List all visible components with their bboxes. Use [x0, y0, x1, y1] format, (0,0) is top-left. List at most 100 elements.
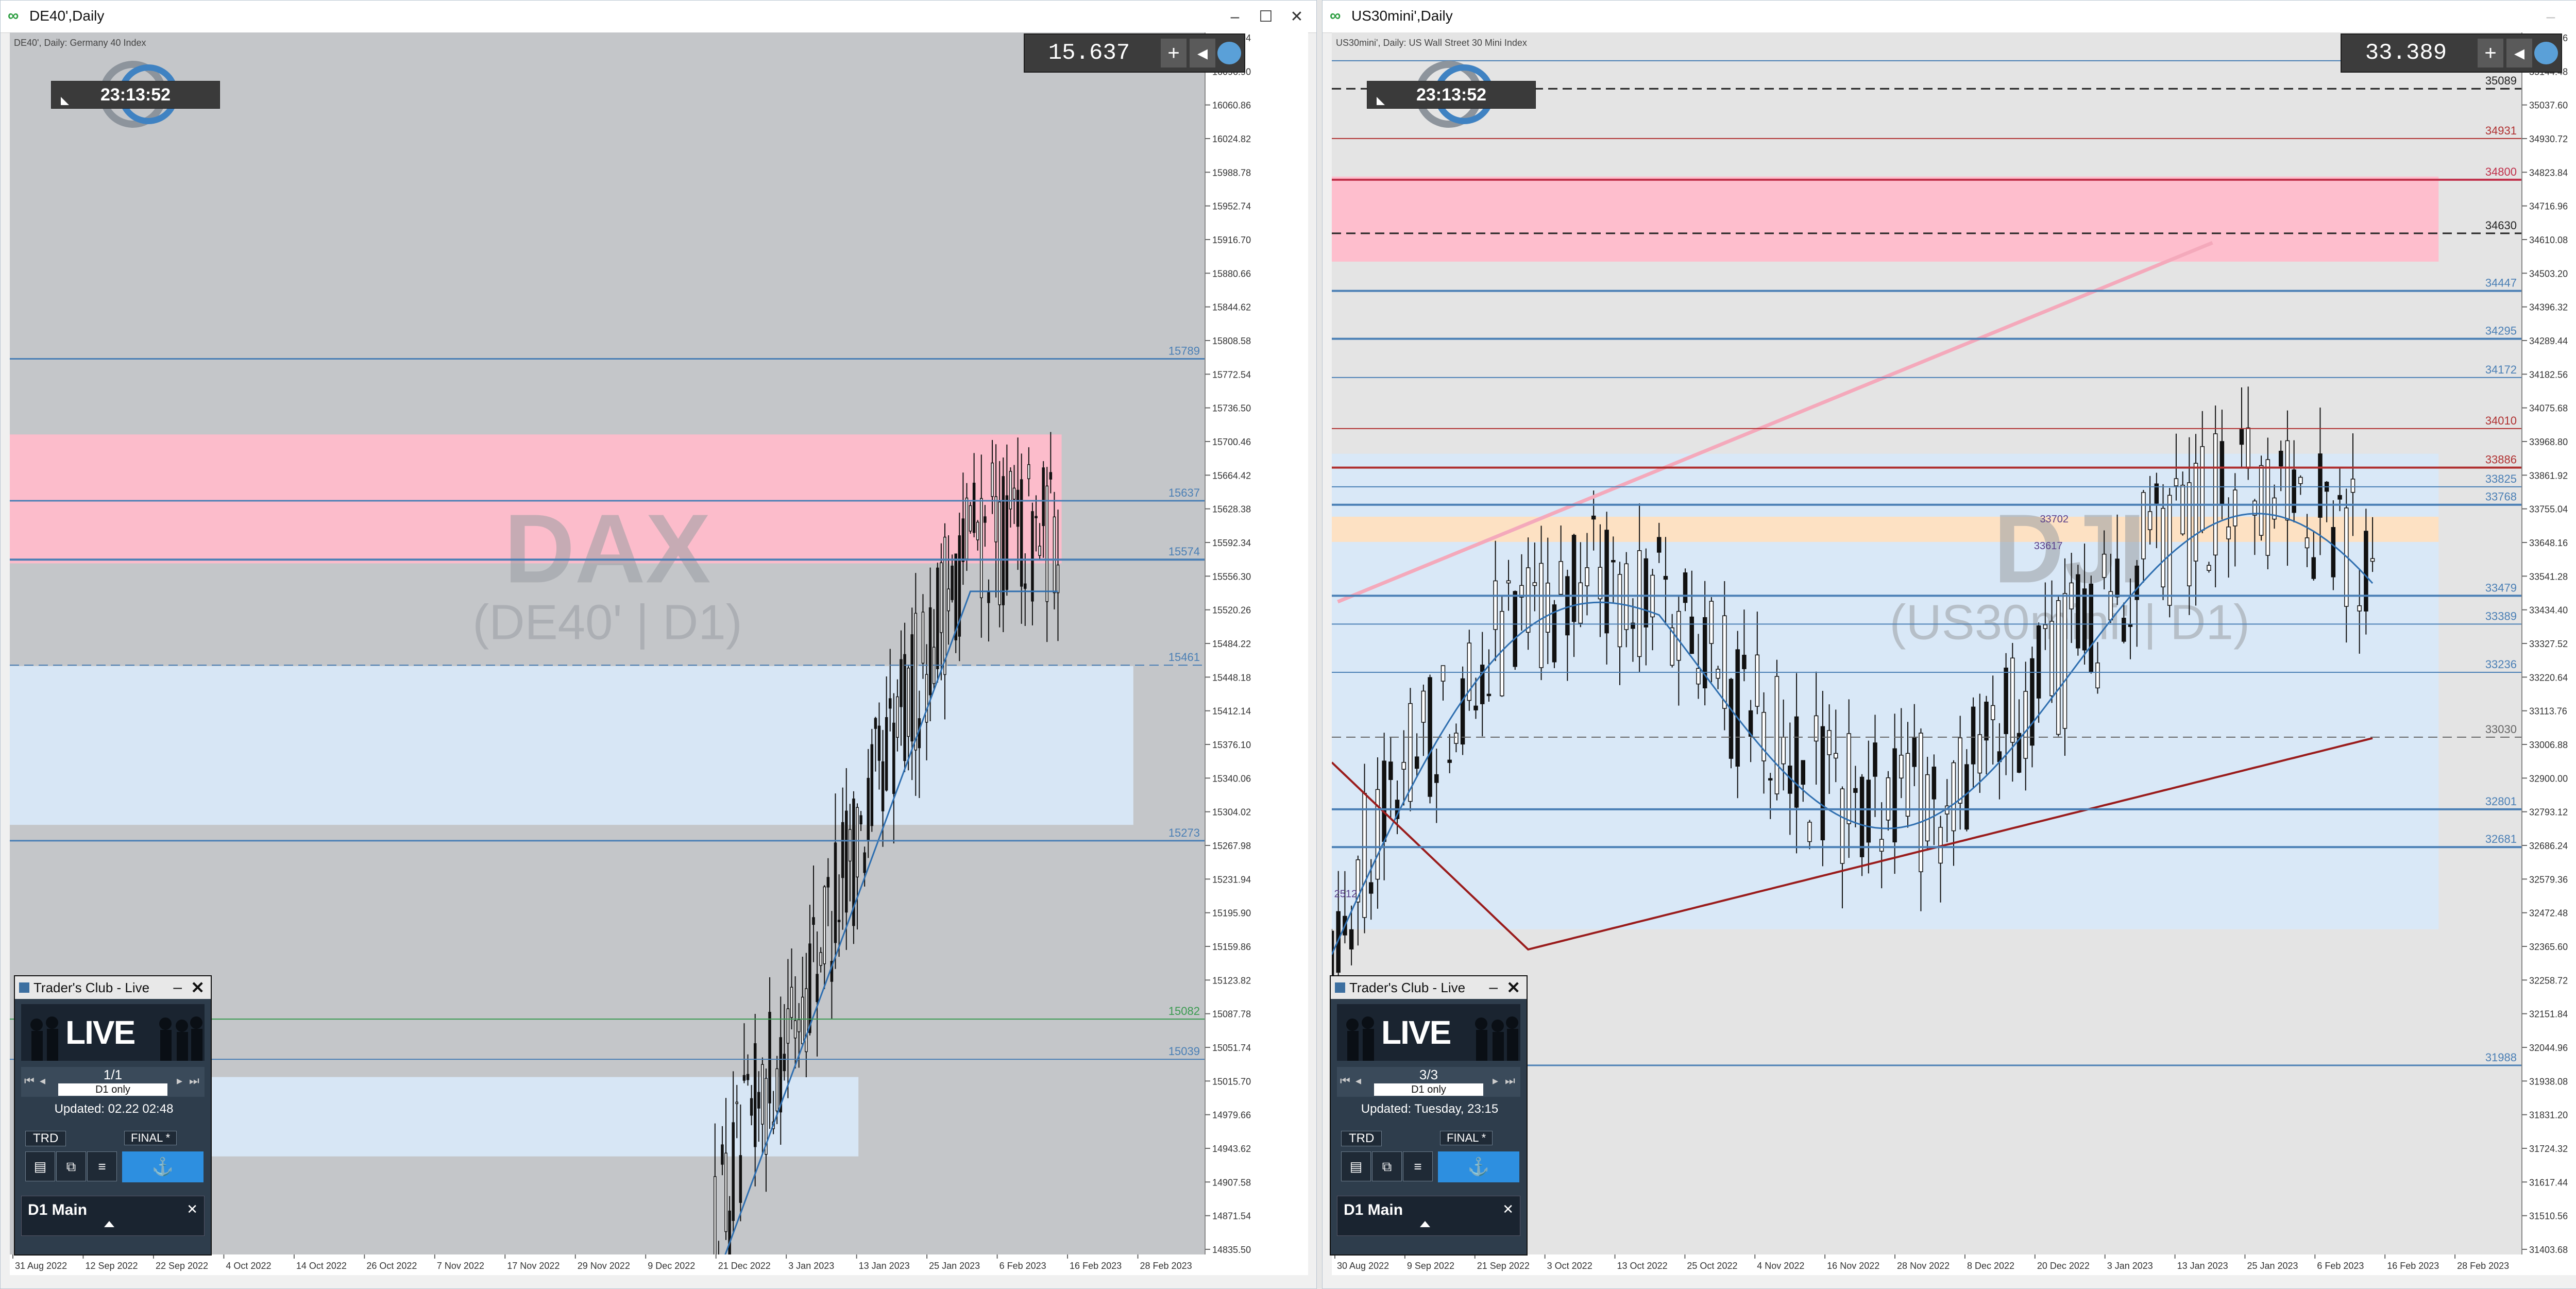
expand-up-icon[interactable]	[1420, 1221, 1430, 1227]
traders-club-panel[interactable]: Trader's Club - Live – ✕ LIVE ⏮ ◂ 1/1 D1…	[14, 975, 212, 1256]
candle-body	[2036, 625, 2041, 699]
next-icon[interactable]: ▸	[177, 1074, 182, 1088]
chart-window-us30[interactable]: ∞ US30mini',Daily – ☐ ✕ DJI(US30mini' | …	[1322, 0, 2576, 1289]
candle-body	[1886, 777, 1891, 821]
clock-time: 23:13:52	[100, 85, 171, 105]
candle-body	[783, 1054, 786, 1072]
candle-body	[819, 952, 822, 966]
candle-body	[1460, 678, 1465, 745]
price-tick-label: 34075.68	[2529, 403, 2568, 414]
price-tick-label: 34396.32	[2529, 302, 2568, 313]
candle-body	[1663, 575, 1668, 580]
price-tick-label: 32365.60	[2529, 942, 2568, 952]
template-close-icon[interactable]: ✕	[1502, 1201, 1514, 1217]
anchor-button[interactable]: ⚓	[1438, 1151, 1519, 1182]
candle-body	[1020, 479, 1023, 587]
candle-body	[1722, 615, 1727, 709]
candle-body	[1866, 779, 1871, 843]
candle-body	[1827, 730, 1832, 755]
price-tick-label: 33541.28	[2529, 571, 2568, 582]
candle-body	[2030, 658, 2035, 746]
maximize-icon[interactable]: ☐	[2567, 6, 2576, 28]
candle-body	[1016, 489, 1020, 527]
panel-header[interactable]: Trader's Club - Live – ✕	[15, 976, 211, 999]
title-bar[interactable]: ∞ DE40',Daily – ☐ ✕	[1, 1, 1316, 33]
candle-body	[2147, 511, 2153, 530]
candle-body	[980, 498, 983, 599]
candle-body	[867, 777, 870, 840]
date-tick-label: 7 Nov 2022	[437, 1261, 484, 1271]
collapse-icon[interactable]: ◂	[2506, 39, 2532, 67]
date-tick-label: 3 Jan 2023	[788, 1261, 834, 1271]
windows-icon[interactable]: ⧉	[56, 1151, 86, 1181]
panel-minimize-icon[interactable]: –	[173, 976, 182, 999]
database-icon[interactable]: ≡	[87, 1151, 117, 1181]
date-tick-label: 21 Dec 2022	[718, 1261, 771, 1271]
last-icon[interactable]: ⏭	[189, 1074, 199, 1088]
document-icon[interactable]: ▤	[1341, 1151, 1371, 1181]
updated-timestamp: Updated: Tuesday, 23:15	[1361, 1102, 1499, 1116]
price-tick-label: 15159.86	[1212, 942, 1251, 952]
panel-minimize-icon[interactable]: –	[1489, 976, 1498, 999]
minimize-icon[interactable]: –	[1221, 6, 1249, 28]
panel-header[interactable]: Trader's Club - Live – ✕	[1331, 976, 1527, 999]
price-tick-label: 15628.38	[1212, 504, 1251, 515]
document-icon[interactable]: ▤	[25, 1151, 55, 1181]
template-selector[interactable]: D1 Main ✕	[1337, 1196, 1520, 1236]
trd-tab[interactable]: TRD	[1341, 1131, 1382, 1146]
template-close-icon[interactable]: ✕	[187, 1201, 198, 1217]
final-badge[interactable]: FINAL *	[1440, 1131, 1493, 1145]
windows-icon[interactable]: ⧉	[1372, 1151, 1402, 1181]
level-label: 34630	[2485, 219, 2517, 232]
final-badge[interactable]: FINAL *	[124, 1131, 177, 1145]
date-tick-label: 6 Feb 2023	[2317, 1261, 2364, 1271]
candle-body	[2062, 593, 2067, 729]
candle-body	[1683, 572, 1688, 603]
candle-body	[1440, 665, 1446, 682]
title-bar[interactable]: ∞ US30mini',Daily – ☐ ✕	[1323, 1, 2576, 33]
price-tick-label: 32472.48	[2529, 908, 2568, 919]
traders-club-panel[interactable]: Trader's Club - Live – ✕ LIVE ⏮ ◂ 3/3 D1…	[1330, 975, 1528, 1256]
panel-close-icon[interactable]: ✕	[191, 976, 205, 999]
candle-body	[2259, 465, 2264, 536]
next-icon[interactable]: ▸	[1493, 1074, 1498, 1088]
anchor-button[interactable]: ⚓	[122, 1151, 204, 1182]
plus-icon[interactable]: +	[2478, 39, 2503, 67]
candle-body	[1428, 677, 1432, 797]
candle-body	[1031, 511, 1034, 602]
chart-window-de40[interactable]: ∞ DE40',Daily – ☐ ✕ DAX (DE40' | D1) DE40'…	[0, 0, 1317, 1289]
trd-tab[interactable]: TRD	[25, 1131, 66, 1146]
price-tick-label: 31617.44	[2529, 1177, 2568, 1188]
price-tick-label: 32258.72	[2529, 975, 2568, 986]
candle-body	[870, 744, 874, 826]
price-tick-label: 31403.68	[2529, 1245, 2568, 1255]
plus-icon[interactable]: +	[1161, 39, 1187, 67]
candle-body	[1002, 476, 1005, 605]
price-tick-label: 14835.50	[1212, 1245, 1251, 1255]
level-label: 32801	[2485, 795, 2517, 808]
price-tick-label: 31938.08	[2529, 1076, 2568, 1087]
collapse-icon[interactable]: ◂	[1190, 39, 1215, 67]
chart-subtitle: US30mini', Daily: US Wall Street 30 Mini…	[1336, 38, 1527, 48]
panel-close-icon[interactable]: ✕	[1506, 976, 1520, 999]
candle-body	[1912, 737, 1917, 767]
price-tick-label: 15087.78	[1212, 1009, 1251, 1020]
maximize-icon[interactable]: ☐	[1251, 6, 1280, 28]
signal-navigator[interactable]: ⏮ ◂ 1/1 D1 only ▸ ⏭	[21, 1067, 205, 1097]
expand-up-icon[interactable]	[104, 1221, 114, 1227]
panel-title: Trader's Club - Live	[33, 980, 150, 995]
server-clock: 23:13:52	[1367, 81, 1536, 109]
database-icon[interactable]: ≡	[1403, 1151, 1433, 1181]
corner-icon	[1377, 97, 1385, 105]
candle-body	[1578, 582, 1583, 624]
close-icon[interactable]: ✕	[1282, 6, 1311, 28]
date-tick-label: 12 Sep 2022	[85, 1261, 138, 1271]
minimize-icon[interactable]: –	[2536, 6, 2565, 28]
candle-body	[2219, 441, 2225, 505]
signal-navigator[interactable]: ⏮ ◂ 3/3 D1 only ▸ ⏭	[1337, 1067, 1520, 1097]
candle-body	[900, 659, 903, 707]
price-display: 33.389 + ◂	[2341, 33, 2562, 73]
candle-body	[790, 987, 793, 1018]
last-icon[interactable]: ⏭	[1505, 1074, 1515, 1088]
template-selector[interactable]: D1 Main ✕	[21, 1196, 205, 1236]
